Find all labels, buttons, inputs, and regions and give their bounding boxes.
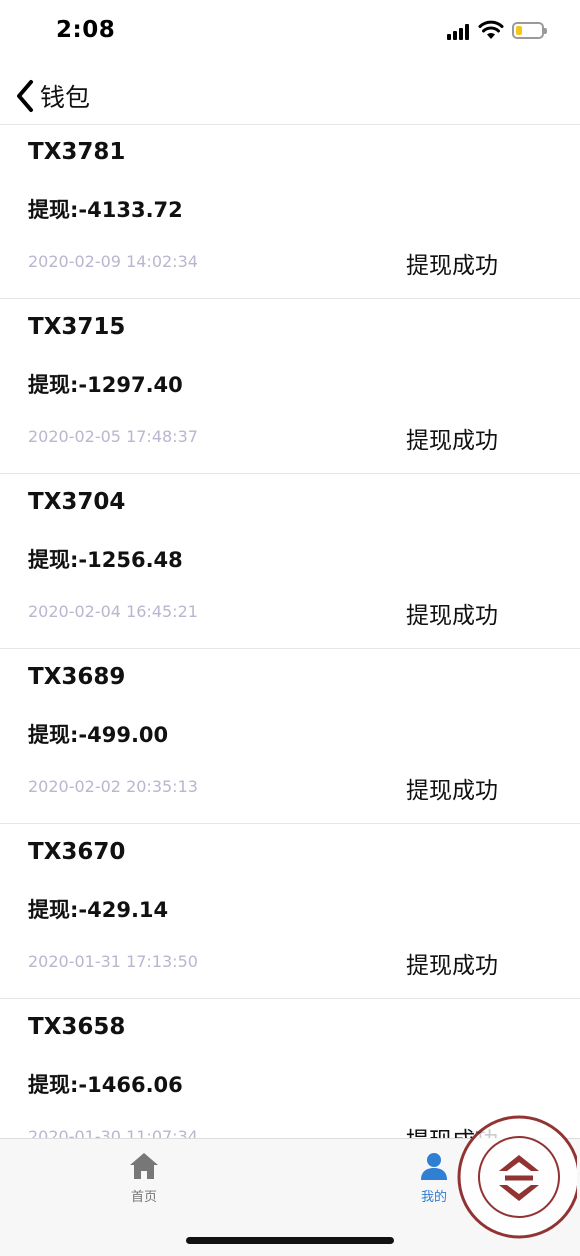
page-title: 钱包 (40, 83, 91, 112)
transaction-id: TX3658 (28, 1014, 126, 1040)
transaction-id: TX3715 (28, 314, 126, 340)
transaction-status: 提现成功 (406, 778, 498, 804)
transaction-amount-line: 提现:-429.14 (28, 894, 168, 924)
battery-icon (512, 22, 547, 39)
transaction-row[interactable]: TX3704 提现:-1256.48 2020-02-04 16:45:21 提现成功 (0, 474, 580, 649)
transaction-amount: -429.14 (78, 898, 169, 922)
transaction-datetime: 2020-02-05 17:48:37 (28, 427, 198, 446)
amount-label: 提现: (28, 1073, 79, 1097)
transaction-amount-line: 提现:-1256.48 (28, 544, 183, 574)
transaction-amount-line: 提现:-499.00 (28, 719, 168, 749)
transaction-row[interactable]: TX3689 提现:-499.00 2020-02-02 20:35:13 提现成功 (0, 649, 580, 824)
transaction-status: 提现成功 (406, 253, 498, 279)
tab-home-label: 首页 (130, 1190, 157, 1205)
transaction-amount: -1466.06 (78, 1073, 183, 1097)
amount-label: 提现: (28, 198, 79, 222)
transaction-id: TX3781 (28, 139, 126, 165)
transaction-status: 提现成功 (406, 428, 498, 454)
battery-level (516, 26, 522, 35)
transaction-row[interactable]: TX3781 提现:-4133.72 2020-02-09 14:02:34 提现成功 (0, 124, 580, 299)
cellular-signal-icon (447, 24, 471, 40)
transaction-datetime: 2020-02-02 20:35:13 (28, 777, 198, 796)
status-time: 2:08 (56, 17, 116, 43)
transaction-datetime: 2020-02-09 14:02:34 (28, 252, 198, 271)
back-button[interactable]: 钱包 (14, 76, 104, 116)
person-icon (421, 1153, 447, 1180)
transaction-amount: -499.00 (78, 723, 169, 747)
transaction-list: TX3781 提现:-4133.72 2020-02-09 14:02:34 提现成功… (0, 124, 580, 1174)
amount-label: 提现: (28, 548, 79, 572)
transaction-datetime: 2020-01-31 17:13:50 (28, 952, 198, 971)
transaction-status: 提现成功 (406, 603, 498, 629)
amount-label: 提现: (28, 373, 79, 397)
transaction-amount-line: 提现:-4133.72 (28, 194, 183, 224)
transaction-datetime: 2020-02-04 16:45:21 (28, 602, 198, 621)
transaction-row[interactable]: TX3670 提现:-429.14 2020-01-31 17:13:50 提现成功 (0, 824, 580, 999)
transaction-amount: -1256.48 (78, 548, 183, 572)
chevron-left-icon (17, 80, 33, 112)
amount-label: 提现: (28, 723, 79, 747)
watermark-seal (457, 1115, 577, 1239)
transaction-status: 提现成功 (406, 953, 498, 979)
tab-home[interactable]: 首页 (94, 1151, 194, 1211)
navigation-bar: 钱包 (0, 64, 580, 125)
home-icon (130, 1153, 158, 1179)
transaction-row[interactable]: TX3715 提现:-1297.40 2020-02-05 17:48:37 提现成功 (0, 299, 580, 474)
transaction-id: TX3689 (28, 664, 126, 690)
amount-label: 提现: (28, 898, 79, 922)
transaction-amount-line: 提现:-1297.40 (28, 369, 183, 399)
transaction-amount: -1297.40 (78, 373, 183, 397)
transaction-id: TX3670 (28, 839, 126, 865)
wifi-icon (478, 20, 504, 39)
transaction-id: TX3704 (28, 489, 126, 515)
transaction-amount: -4133.72 (78, 198, 183, 222)
home-indicator (186, 1237, 394, 1244)
transaction-amount-line: 提现:-1466.06 (28, 1069, 183, 1099)
status-bar: 2:08 (0, 0, 580, 64)
